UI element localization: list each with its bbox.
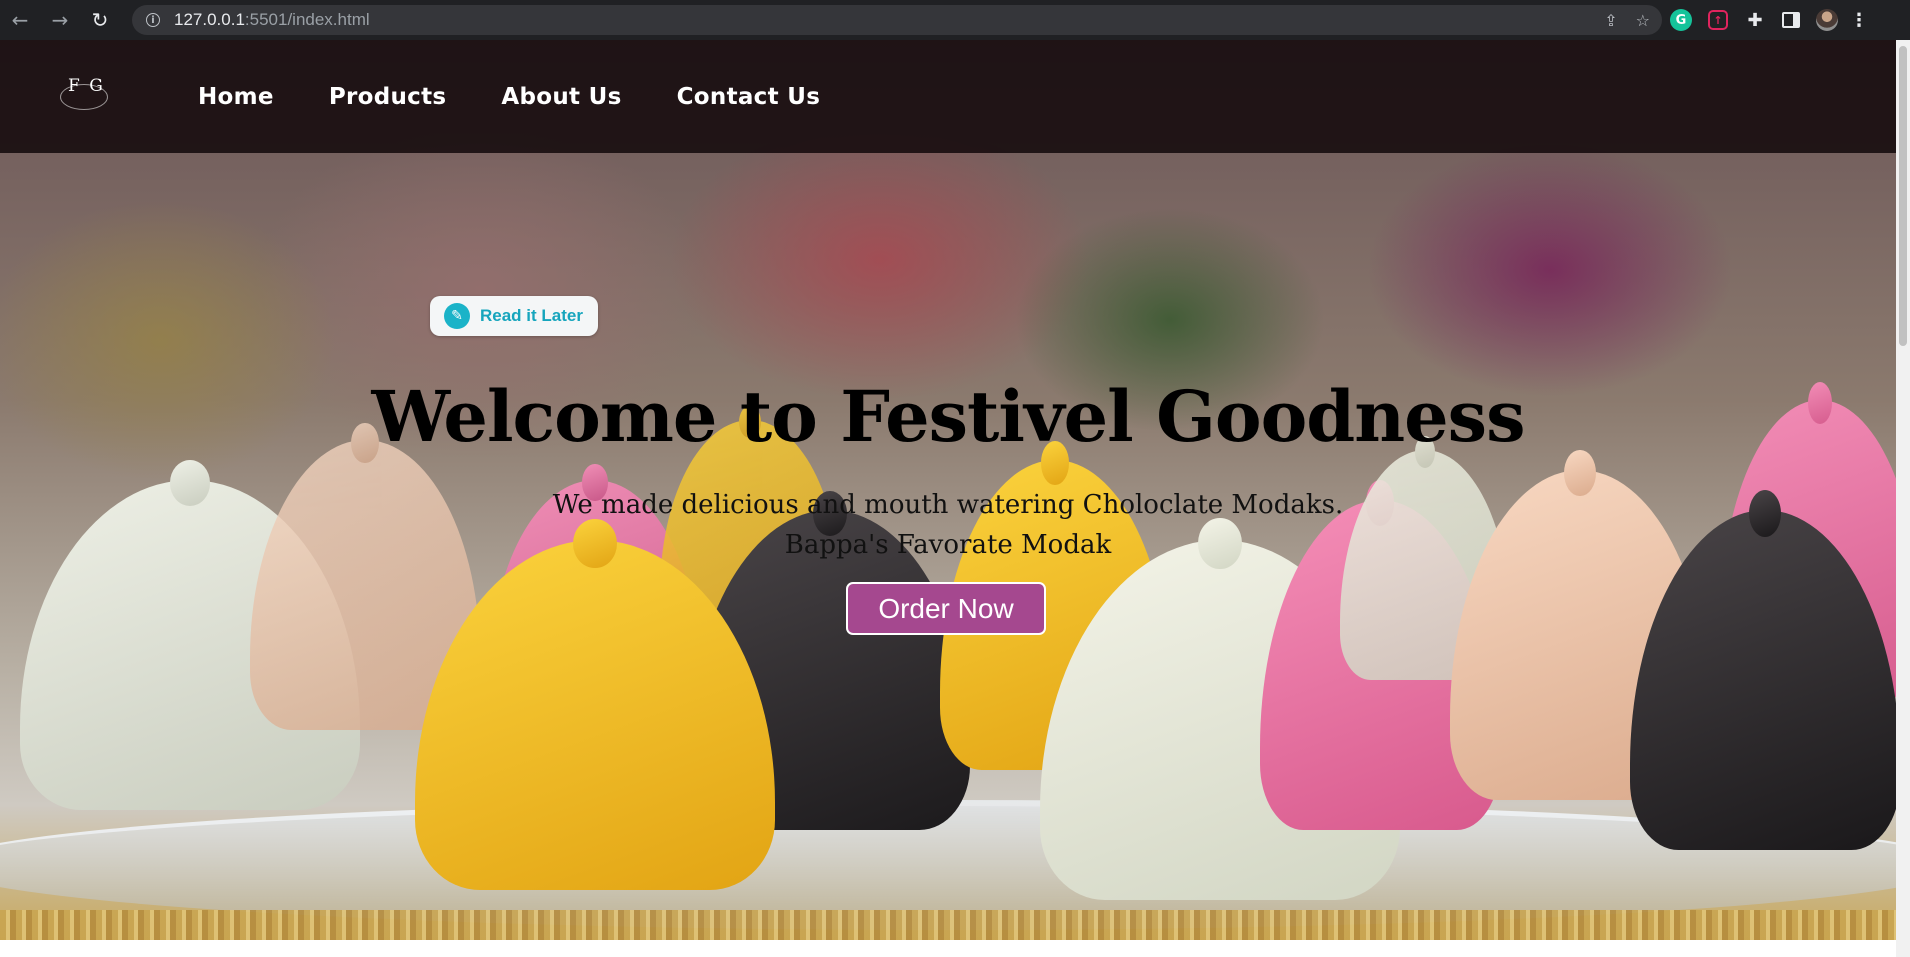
page-viewport: F G Home Products About Us Contact Us ✎ … <box>0 40 1896 957</box>
nav-link-contact-us[interactable]: Contact Us <box>677 84 821 110</box>
reload-icon[interactable]: ↻ <box>80 0 120 40</box>
browser-toolbar: ← → ↻ i 127.0.0.1:5501/index.html ⇪ ☆ G … <box>0 0 1910 40</box>
nav-links: Home Products About Us Contact Us <box>198 40 820 153</box>
hero-subtitle-line-1: We made delicious and mouth watering Cho… <box>552 490 1344 520</box>
url-text[interactable]: 127.0.0.1:5501/index.html <box>174 10 370 30</box>
order-now-button[interactable]: Order Now <box>846 582 1046 635</box>
share-icon[interactable]: ⇪ <box>1604 11 1617 30</box>
site-info-icon[interactable]: i <box>146 13 160 27</box>
hero-subtitle: We made delicious and mouth watering Cho… <box>0 485 1896 565</box>
address-bar[interactable]: i 127.0.0.1:5501/index.html ⇪ ☆ <box>132 5 1662 35</box>
url-host: 127.0.0.1 <box>174 10 245 29</box>
side-panel-icon[interactable] <box>1782 12 1800 28</box>
url-path: :5501/index.html <box>244 10 370 29</box>
feather-icon: ✎ <box>444 303 470 329</box>
site-logo[interactable]: F G <box>60 74 108 116</box>
logo-text: F G <box>68 76 105 96</box>
nav-link-home[interactable]: Home <box>198 84 274 110</box>
nav-link-about-us[interactable]: About Us <box>501 84 621 110</box>
read-later-extension-icon[interactable]: ↑ <box>1708 10 1728 30</box>
hero-title: Welcome to Festivel Goodness <box>371 375 1526 458</box>
nav-link-products[interactable]: Products <box>329 84 447 110</box>
page-scrollbar[interactable] <box>1896 40 1910 957</box>
hero-subtitle-line-2: Bappa's Favorate Modak <box>784 530 1112 560</box>
scrollbar-thumb[interactable] <box>1899 46 1907 346</box>
gold-cloth <box>0 910 1896 940</box>
back-arrow-icon[interactable]: ← <box>0 0 40 40</box>
profile-avatar[interactable] <box>1816 9 1838 31</box>
read-it-later-button[interactable]: ✎ Read it Later <box>430 296 598 336</box>
bookmark-star-icon[interactable]: ☆ <box>1636 11 1650 30</box>
site-navbar: F G Home Products About Us Contact Us <box>0 40 1896 153</box>
forward-arrow-icon[interactable]: → <box>40 0 80 40</box>
extensions-puzzle-icon[interactable]: ✚ <box>1744 9 1766 31</box>
grammarly-extension-icon[interactable]: G <box>1670 9 1692 31</box>
read-it-later-label: Read it Later <box>480 306 583 325</box>
browser-menu-icon[interactable]: ⋮ <box>1850 9 1868 31</box>
